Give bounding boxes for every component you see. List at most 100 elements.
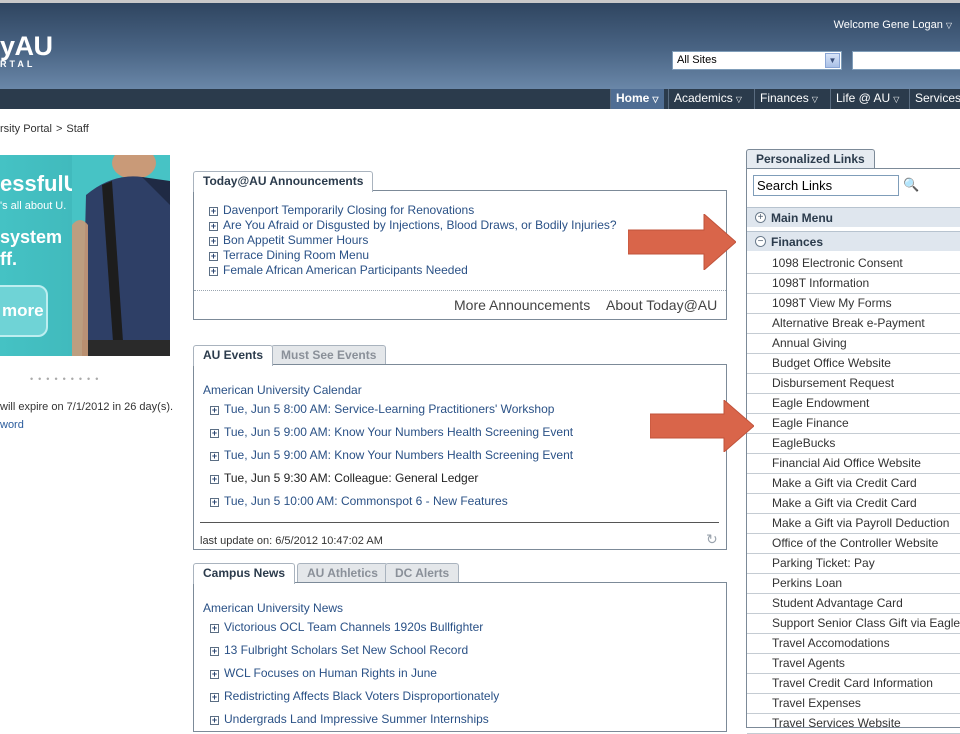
- chevron-down-icon[interactable]: ▼: [825, 53, 840, 68]
- finance-link[interactable]: EagleBucks: [747, 434, 960, 454]
- finance-link[interactable]: Make a Gift via Payroll Deduction: [747, 514, 960, 534]
- expand-plus-icon[interactable]: +: [209, 222, 218, 231]
- finance-link[interactable]: Travel Expenses: [747, 694, 960, 714]
- refresh-icon[interactable]: ↻: [706, 531, 718, 548]
- announcement-title: Female African American Participants Nee…: [223, 263, 468, 277]
- expand-plus-icon[interactable]: +: [755, 212, 766, 223]
- finance-link[interactable]: Budget Office Website: [747, 354, 960, 374]
- expand-plus-icon[interactable]: +: [210, 429, 219, 438]
- tab-au-events[interactable]: AU Events: [193, 345, 274, 366]
- tab-must-see-events[interactable]: Must See Events: [271, 345, 387, 365]
- finance-link[interactable]: Eagle Endowment: [747, 394, 960, 414]
- finances-group[interactable]: − Finances: [747, 231, 960, 251]
- expand-plus-icon[interactable]: +: [210, 624, 219, 633]
- expand-plus-icon[interactable]: +: [209, 237, 218, 246]
- pointer-arrow-eagle-finance-icon: [650, 400, 754, 452]
- finance-link[interactable]: Make a Gift via Credit Card: [747, 474, 960, 494]
- finance-link[interactable]: Alternative Break e-Payment: [747, 314, 960, 334]
- change-password-link[interactable]: word: [0, 419, 24, 431]
- welcome-user-menu[interactable]: Welcome Gene Logan ▽: [834, 19, 952, 31]
- news-item[interactable]: + Undergrads Land Impressive Summer Inter…: [210, 712, 489, 726]
- global-search-input[interactable]: [852, 51, 960, 70]
- student-photo: [72, 155, 170, 356]
- collapse-minus-icon[interactable]: −: [755, 236, 766, 247]
- expand-plus-icon[interactable]: +: [210, 452, 219, 461]
- announcement-item[interactable]: + Female African American Participants Ne…: [209, 263, 468, 277]
- expand-plus-icon[interactable]: +: [210, 670, 219, 679]
- finance-link[interactable]: 1098T View My Forms: [747, 294, 960, 314]
- site-scope-select[interactable]: All Sites ▼: [672, 51, 842, 70]
- finance-link[interactable]: Support Senior Class Gift via Eagle: [747, 614, 960, 634]
- chevron-down-icon: ▽: [945, 21, 952, 30]
- announcement-item[interactable]: + Bon Appetit Summer Hours: [209, 233, 368, 247]
- nav-academics[interactable]: Academics ▽: [668, 89, 747, 109]
- tab-au-athletics[interactable]: AU Athletics: [297, 563, 388, 583]
- finance-link[interactable]: 1098 Electronic Consent: [747, 254, 960, 274]
- au-news-link[interactable]: American University News: [203, 601, 343, 615]
- search-icon[interactable]: 🔍: [903, 177, 919, 193]
- breadcrumb-separator: >: [55, 123, 63, 135]
- more-announcements-link[interactable]: More Announcements: [454, 297, 590, 313]
- nav-finances[interactable]: Finances ▽: [754, 89, 823, 109]
- nav-home[interactable]: Home ▽: [610, 89, 664, 109]
- expand-plus-icon[interactable]: +: [210, 475, 219, 484]
- promo-tagline: 's all about U.: [0, 200, 67, 212]
- nav-life-at-au[interactable]: Life @ AU ▽: [830, 89, 904, 109]
- promo-banner[interactable]: essfulU 's all about U. system ff. more: [0, 155, 170, 356]
- expand-plus-icon[interactable]: +: [210, 693, 219, 702]
- finance-link[interactable]: Disbursement Request: [747, 374, 960, 394]
- promo-more-button[interactable]: more: [0, 285, 48, 337]
- breadcrumb-current: Staff: [66, 123, 89, 135]
- tab-personalized-links[interactable]: Personalized Links: [746, 149, 875, 169]
- announcement-item[interactable]: + Are You Afraid or Disgusted by Injectio…: [209, 218, 617, 232]
- au-calendar-link[interactable]: American University Calendar: [203, 383, 362, 397]
- finance-link-eagle-finance[interactable]: Eagle Finance: [747, 414, 960, 434]
- expand-plus-icon[interactable]: +: [210, 406, 219, 415]
- nav-home-label: Home: [616, 91, 650, 105]
- main-menu-group[interactable]: + Main Menu: [747, 207, 960, 227]
- nav-life-label: Life @ AU: [836, 91, 891, 105]
- finance-link[interactable]: Parking Ticket: Pay: [747, 554, 960, 574]
- tab-campus-news[interactable]: Campus News: [193, 563, 296, 584]
- news-item[interactable]: + Victorious OCL Team Channels 1920s Bull…: [210, 620, 483, 634]
- finance-link[interactable]: Office of the Controller Website: [747, 534, 960, 554]
- expand-plus-icon[interactable]: +: [210, 498, 219, 507]
- finance-link[interactable]: Travel Credit Card Information: [747, 674, 960, 694]
- news-item[interactable]: + WCL Focuses on Human Rights in June: [210, 666, 437, 680]
- announcements-divider: [194, 290, 726, 291]
- search-links-input[interactable]: [753, 175, 899, 196]
- news-item[interactable]: +13 Fulbright Scholars Set New School Re…: [210, 643, 468, 657]
- nav-academics-label: Academics: [674, 91, 733, 105]
- announcement-item[interactable]: + Terrace Dining Room Menu: [209, 248, 369, 262]
- finance-link[interactable]: Travel Services Website: [747, 714, 960, 734]
- finance-link[interactable]: Annual Giving: [747, 334, 960, 354]
- finance-link[interactable]: Student Advantage Card: [747, 594, 960, 614]
- event-item[interactable]: + Tue, Jun 5 10:00 AM: Commonspot 6 - New…: [210, 494, 508, 508]
- finance-link[interactable]: Make a Gift via Credit Card: [747, 494, 960, 514]
- finance-link[interactable]: Perkins Loan: [747, 574, 960, 594]
- expand-plus-icon[interactable]: +: [209, 207, 218, 216]
- main-navigation: Home ▽ Academics ▽ Finances ▽ Life @ AU ▽ Se…: [0, 89, 960, 109]
- tab-dc-alerts[interactable]: DC Alerts: [385, 563, 460, 583]
- finance-link[interactable]: Travel Agents: [747, 654, 960, 674]
- news-item[interactable]: + Redistricting Affects Black Voters Disp…: [210, 689, 499, 703]
- finance-link[interactable]: Travel Accomodations: [747, 634, 960, 654]
- nav-services[interactable]: Services: [909, 89, 960, 109]
- breadcrumb-parent[interactable]: rsity Portal: [0, 123, 52, 135]
- announcement-item[interactable]: + Davenport Temporarily Closing for Renov…: [209, 203, 474, 217]
- carousel-dots[interactable]: •••••••••: [30, 374, 103, 384]
- event-item[interactable]: + Tue, Jun 5 9:30 AM: Colleague: General …: [210, 471, 478, 485]
- expand-plus-icon[interactable]: +: [210, 716, 219, 725]
- event-item[interactable]: + Tue, Jun 5 8:00 AM: Service-Learning Pr…: [210, 402, 554, 416]
- tab-announcements[interactable]: Today@AU Announcements: [193, 171, 374, 192]
- portal-logo[interactable]: yAU: [0, 31, 53, 62]
- event-item[interactable]: + Tue, Jun 5 9:00 AM: Know Your Numbers H…: [210, 448, 573, 462]
- finance-link[interactable]: 1098T Information: [747, 274, 960, 294]
- about-today-link[interactable]: About Today@AU: [606, 297, 717, 313]
- expand-plus-icon[interactable]: +: [209, 267, 218, 276]
- carousel-pager[interactable]: •••••••••: [30, 374, 103, 384]
- finance-link[interactable]: Financial Aid Office Website: [747, 454, 960, 474]
- expand-plus-icon[interactable]: +: [210, 647, 219, 656]
- expand-plus-icon[interactable]: +: [209, 252, 218, 261]
- event-item[interactable]: + Tue, Jun 5 9:00 AM: Know Your Numbers H…: [210, 425, 573, 439]
